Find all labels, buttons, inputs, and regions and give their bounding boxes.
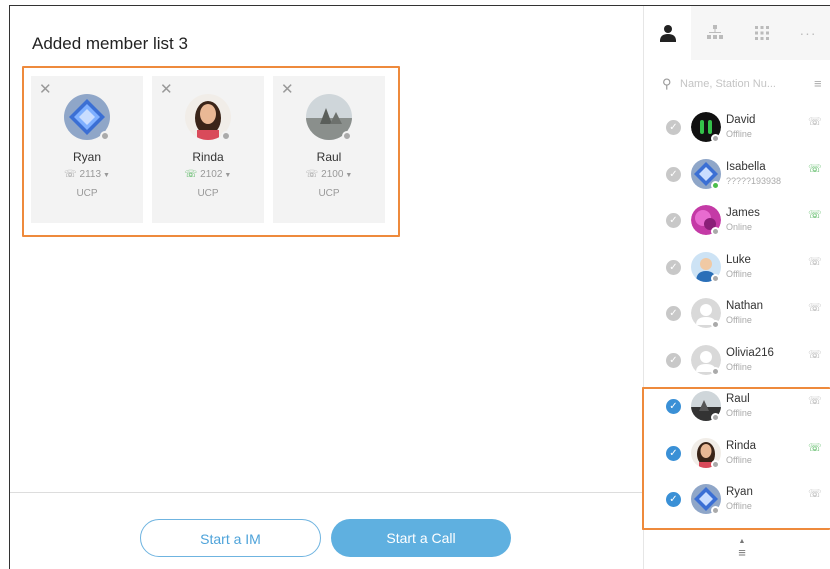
presence-dot — [711, 320, 720, 329]
member-extension[interactable]: ☏ 2102 ▼ — [152, 169, 264, 180]
contact-row[interactable]: ✓ David Offline ☏ — [644, 101, 830, 147]
presence-dot — [100, 131, 110, 141]
contact-status: Offline — [726, 315, 752, 325]
select-checkbox[interactable]: ✓ — [666, 352, 681, 368]
org-chart-icon — [706, 25, 723, 39]
contact-row[interactable]: ✓ Olivia216 Offline ☏ — [644, 334, 830, 380]
start-call-button[interactable]: Start a Call — [331, 519, 511, 557]
phone-icon[interactable]: ☏ — [808, 301, 822, 314]
contact-search[interactable]: ⚲ Name, Station Nu... ≡ — [662, 76, 822, 96]
member-extension[interactable]: ☏ 2113 ▼ — [31, 169, 143, 180]
remove-member-icon[interactable]: ✕ — [281, 82, 294, 97]
member-card-ryan: ✕ Ryan ☏ 2113 ▼ UCP — [31, 76, 143, 223]
tab-more[interactable]: ··· — [785, 6, 830, 60]
contact-status: Offline — [726, 129, 752, 139]
contact-name: Isabella — [726, 160, 766, 173]
phone-icon: ☏ — [184, 169, 198, 180]
start-im-button[interactable]: Start a IM — [140, 519, 321, 557]
member-type: UCP — [197, 188, 219, 199]
menu-icon[interactable]: ≡ — [814, 76, 822, 91]
contact-name: James — [726, 207, 760, 219]
person-icon — [659, 25, 676, 42]
contact-name: Olivia216 — [726, 346, 774, 359]
contact-status: Offline — [726, 361, 752, 372]
contacts-tabs: ··· — [644, 6, 830, 60]
phone-icon[interactable]: ☏ — [808, 162, 822, 175]
contact-name: Nathan — [726, 300, 764, 312]
contact-status: ?????193938 — [726, 175, 782, 186]
more-icon: ··· — [799, 25, 817, 41]
tab-contacts[interactable] — [644, 6, 691, 60]
member-name: Rinda — [192, 150, 224, 164]
divider — [10, 492, 642, 493]
search-input[interactable]: Name, Station Nu... — [680, 78, 776, 90]
phone-icon[interactable]: ☏ — [808, 255, 822, 268]
select-checkbox[interactable]: ✓ — [666, 166, 681, 182]
member-card-raul: ✕ Raul ☏ 2100 ▼ UCP — [273, 76, 385, 223]
member-type: UCP — [76, 188, 98, 199]
collapse-list-icon[interactable]: ▲ ≡ — [734, 538, 750, 560]
contact-name: Luke — [726, 253, 751, 266]
member-name: Ryan — [72, 150, 101, 164]
presence-dot — [711, 180, 720, 190]
tab-dialpad[interactable] — [738, 6, 785, 60]
search-icon: ⚲ — [662, 76, 672, 91]
presence-dot — [711, 134, 720, 143]
contact-row[interactable]: ✓ Nathan Offline ☏ — [644, 287, 830, 333]
presence-dot — [221, 131, 231, 141]
select-checkbox[interactable]: ✓ — [666, 120, 681, 135]
contact-name: David — [726, 114, 756, 126]
presence-dot — [342, 131, 352, 141]
chevron-down-icon: ▼ — [103, 172, 110, 179]
select-checkbox[interactable]: ✓ — [666, 306, 681, 321]
chevron-down-icon: ▼ — [224, 172, 232, 179]
presence-dot — [711, 366, 720, 376]
contact-row[interactable]: ✓ James Online ☏ — [644, 194, 830, 240]
chevron-down-icon: ▼ — [345, 172, 353, 179]
select-checkbox[interactable]: ✓ — [666, 213, 681, 228]
presence-dot — [711, 227, 720, 236]
select-checkbox[interactable]: ✓ — [666, 259, 681, 275]
contact-row[interactable]: ✓ Luke Offline ☏ — [644, 241, 830, 287]
member-card-rinda: ✕ Rinda ☏ 2102 ▼ UCP — [152, 76, 264, 223]
selected-contacts-highlight — [642, 387, 830, 530]
phone-icon[interactable]: ☏ — [808, 348, 822, 361]
contact-status: Offline — [726, 268, 752, 279]
presence-dot — [711, 273, 720, 283]
contact-row[interactable]: ✓ Isabella ?????193938 ☏ — [644, 148, 830, 194]
phone-icon[interactable]: ☏ — [808, 115, 822, 128]
member-name: Raul — [316, 150, 342, 164]
phone-icon[interactable]: ☏ — [808, 208, 822, 221]
remove-member-icon[interactable]: ✕ — [39, 82, 52, 97]
tab-organization[interactable] — [691, 6, 738, 60]
member-type: UCP — [318, 188, 340, 199]
dialpad-icon — [754, 26, 769, 40]
page-title: Added member list 3 — [32, 34, 188, 53]
phone-icon: ☏ — [305, 169, 319, 180]
member-extension[interactable]: ☏ 2100 ▼ — [273, 169, 385, 180]
remove-member-icon[interactable]: ✕ — [160, 82, 173, 97]
contact-status: Online — [726, 222, 753, 232]
phone-icon: ☏ — [64, 169, 77, 180]
